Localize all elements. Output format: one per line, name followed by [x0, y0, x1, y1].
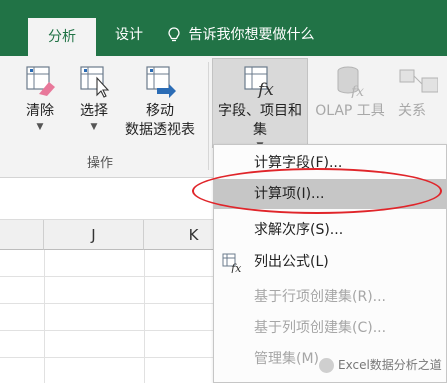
move-label-line2: 数据透视表 [125, 122, 195, 138]
select-button[interactable]: 选择 ▼ [72, 64, 116, 133]
column-header-blank[interactable] [0, 220, 44, 250]
lightbulb-icon [168, 27, 180, 42]
menu-item-label: 基于列项创建集(C)... [254, 320, 387, 336]
fx-formula-icon: fx [244, 66, 274, 98]
actions-group-label: 操作 [86, 156, 113, 171]
fields-label-line1: 字段、项目和 [218, 103, 302, 119]
relationships-label: 关系 [398, 103, 426, 119]
ribbon-divider [208, 62, 209, 170]
move-pivot-table-button[interactable]: 移动 数据透视表 [118, 64, 202, 140]
tab-analyze[interactable]: 分析 [28, 18, 96, 56]
menu-item-label: 基于行项创建集(R)... [254, 289, 387, 305]
select-label: 选择 [80, 103, 108, 119]
menu-item-label: 列出公式(L) [254, 254, 329, 270]
tab-design[interactable]: 设计 [102, 18, 156, 56]
watermark-logo-icon [319, 358, 334, 373]
ribbon-tab-strip: 分析 设计 告诉我你想要做什么 [0, 0, 447, 56]
menu-item-list-formulas[interactable]: fx 列出公式(L) [214, 247, 446, 277]
grid-line [144, 250, 145, 383]
olap-tools-button[interactable]: fx OLAP 工具 [312, 64, 388, 121]
tell-me-box[interactable]: 告诉我你想要做什么 [168, 18, 314, 54]
olap-label: OLAP 工具 [315, 103, 385, 119]
grid-line [44, 250, 45, 383]
relationships-icon [399, 69, 438, 93]
menu-item-create-set-columns[interactable]: 基于列项创建集(C)... [214, 313, 446, 343]
move-label-line1: 移动 [146, 103, 174, 119]
clear-button[interactable]: 清除 ▼ [18, 64, 62, 133]
svg-text:fx: fx [256, 80, 274, 98]
svg-text:fx: fx [350, 84, 364, 98]
highlight-ellipse [192, 168, 442, 214]
olap-database-icon: fx [337, 66, 364, 98]
move-arrow-icon [146, 66, 176, 98]
clear-label: 清除 [26, 103, 54, 119]
watermark: Excel数据分析之道 [319, 356, 442, 373]
chevron-down-icon: ▼ [36, 122, 44, 132]
clear-eraser-icon [26, 66, 55, 96]
select-cursor-icon [80, 66, 110, 98]
menu-item-solve-order[interactable]: 求解次序(S)... [214, 215, 446, 245]
fields-items-sets-button[interactable]: fx 字段、项目和 集 ▼ [212, 64, 308, 152]
relationships-button[interactable]: 关系 [392, 64, 447, 121]
tell-me-text: 告诉我你想要做什么 [188, 27, 315, 43]
chevron-down-icon: ▼ [90, 122, 98, 132]
column-header-j[interactable]: J [44, 220, 144, 250]
svg-text:fx: fx [230, 262, 242, 273]
menu-item-label: 求解次序(S)... [254, 222, 344, 238]
list-formulas-icon: fx [222, 253, 242, 273]
menu-item-create-set-rows[interactable]: 基于行项创建集(R)... [214, 282, 446, 312]
fields-label-line2: 集 [253, 122, 267, 138]
watermark-text: Excel数据分析之道 [338, 358, 442, 372]
